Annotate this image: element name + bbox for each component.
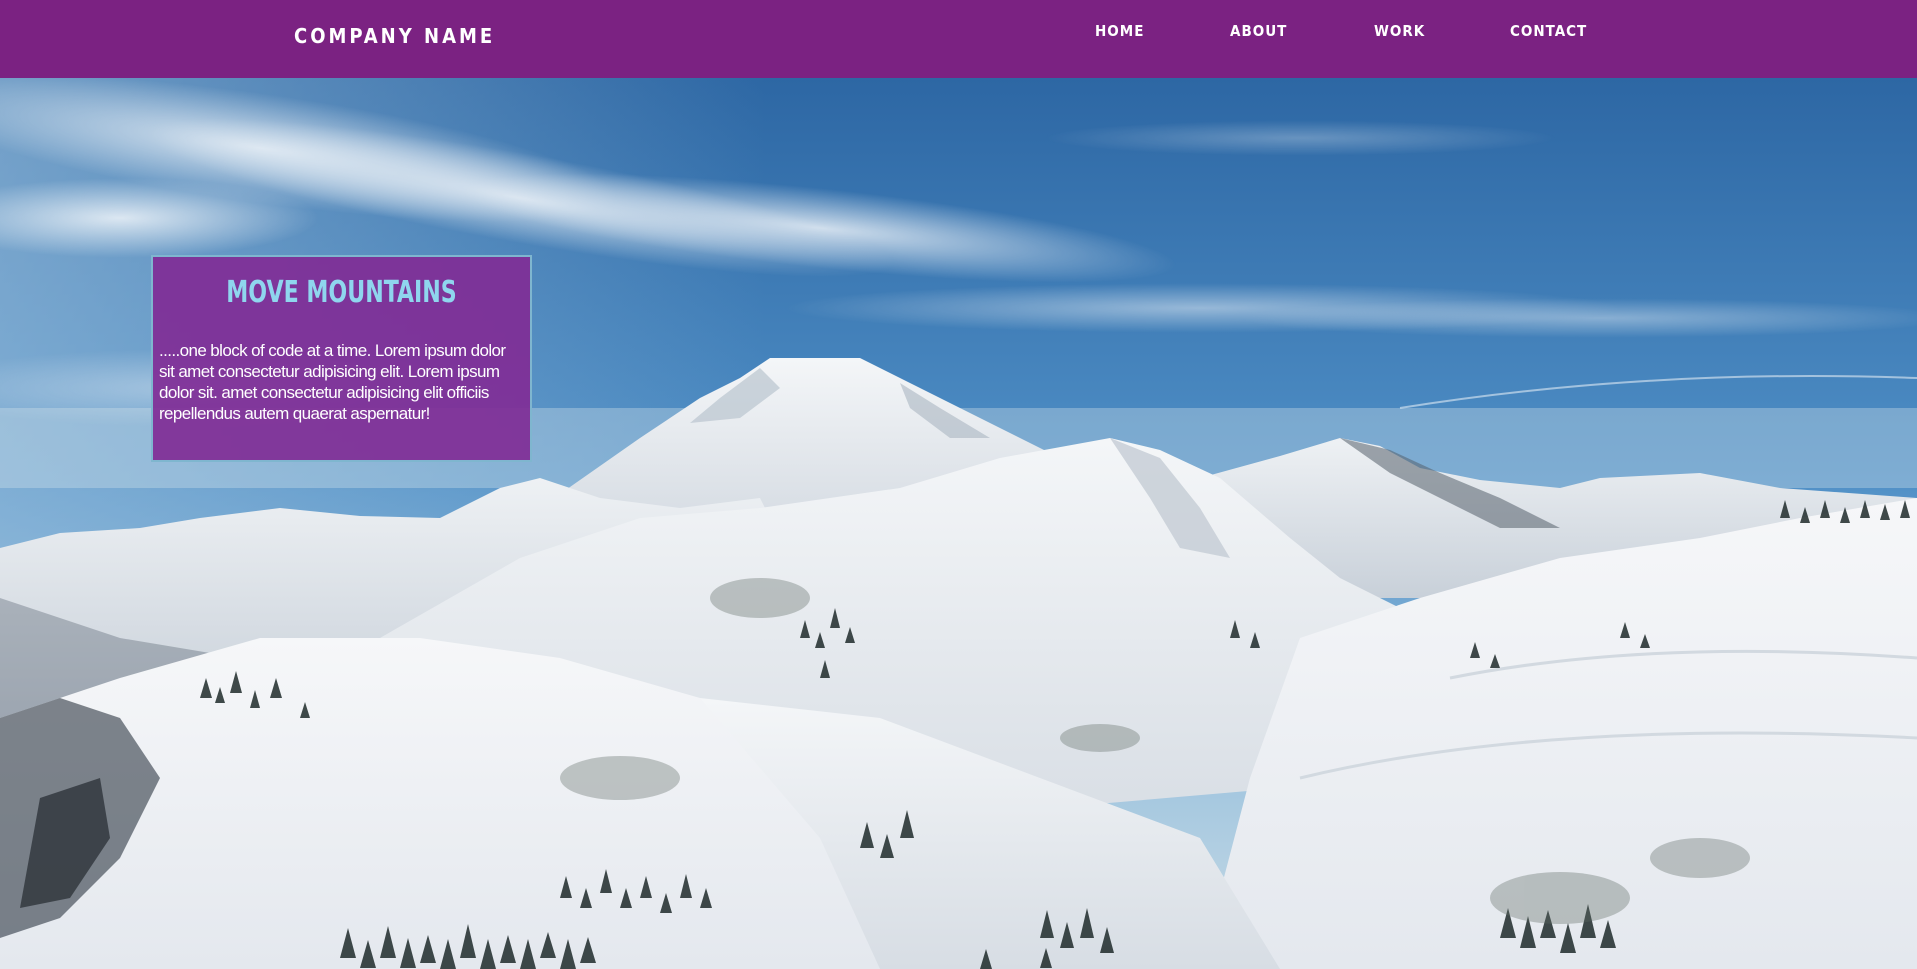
- landing-page: COMPANY NAME HOME ABOUT WORK CONTACT MOV…: [0, 0, 1917, 969]
- hero-title: MOVE MOUNTAINS: [226, 275, 457, 310]
- main-nav: HOME ABOUT WORK CONTACT: [0, 22, 1917, 46]
- nav-contact-link[interactable]: CONTACT: [1510, 22, 1587, 40]
- hero-description: .....one block of code at a time. Lorem …: [159, 341, 506, 423]
- hero-intro-card: MOVE MOUNTAINS .....one block of code at…: [151, 255, 532, 462]
- nav-home-link[interactable]: HOME: [1095, 22, 1144, 40]
- top-navbar: COMPANY NAME HOME ABOUT WORK CONTACT: [0, 0, 1917, 78]
- hero-background-image: [0, 78, 1917, 969]
- nav-work-link[interactable]: WORK: [1374, 22, 1425, 40]
- nav-about-link[interactable]: ABOUT: [1230, 22, 1287, 40]
